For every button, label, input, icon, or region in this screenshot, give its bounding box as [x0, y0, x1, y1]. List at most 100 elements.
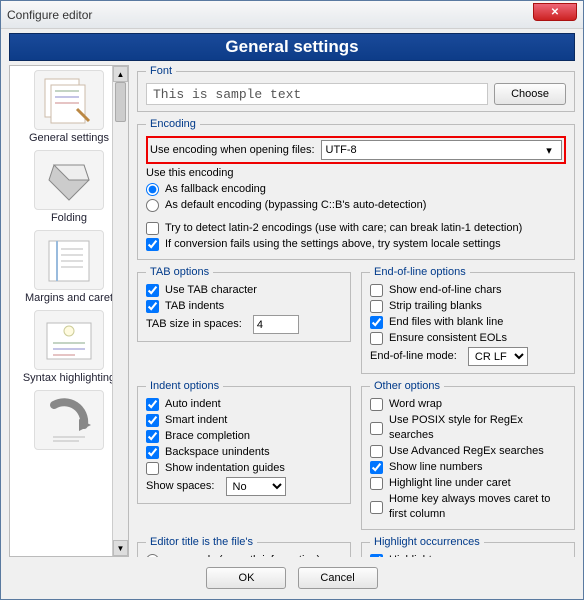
titlebar[interactable]: Configure editor ✕ — [1, 1, 583, 29]
chevron-down-icon: ▾ — [541, 144, 557, 157]
advregex-label: Use Advanced RegEx searches — [389, 444, 544, 459]
eol-strip-check[interactable] — [370, 300, 383, 313]
eol-consistent-label: Ensure consistent EOLs — [389, 331, 507, 346]
nav-item-folding[interactable]: Folding — [10, 150, 128, 224]
scroll-thumb[interactable] — [115, 82, 126, 122]
default-enc-radio[interactable] — [146, 199, 159, 212]
title-group: Editor title is the file's name only (no… — [137, 536, 351, 557]
posix-label: Use POSIX style for RegEx searches — [389, 413, 566, 443]
nav-item-general[interactable]: General settings — [10, 70, 128, 144]
occur-group: Highlight occurrences Highlight occurren… — [361, 536, 575, 557]
tab-group: TAB options Use TAB character TAB indent… — [137, 266, 351, 342]
backspace-check[interactable] — [146, 446, 159, 459]
eol-endblank-check[interactable] — [370, 316, 383, 329]
showspaces-label: Show spaces: — [146, 479, 214, 494]
smart-indent-label: Smart indent — [165, 413, 227, 428]
use-this-encoding-label: Use this encoding — [146, 166, 566, 181]
title-legend: Editor title is the file's — [146, 536, 257, 548]
settings-panel: Font This is sample text Choose Encoding… — [129, 65, 575, 557]
ok-button[interactable]: OK — [206, 567, 286, 589]
window-title: Configure editor — [7, 8, 92, 22]
nav-label: Margins and caret — [25, 292, 113, 304]
other-group: Other options Word wrap Use POSIX style … — [361, 380, 575, 530]
nav-thumb-syntax-icon — [34, 310, 104, 370]
tab-indents-label: TAB indents — [165, 299, 224, 314]
font-group: Font This is sample text Choose — [137, 65, 575, 112]
posix-check[interactable] — [370, 422, 383, 435]
eol-strip-label: Strip trailing blanks — [389, 299, 482, 314]
scroll-down-icon[interactable]: ▼ — [113, 540, 128, 556]
occur-legend: Highlight occurrences — [370, 536, 484, 548]
eol-group: End-of-line options Show end-of-line cha… — [361, 266, 575, 374]
indent-group: Indent options Auto indent Smart indent … — [137, 380, 351, 504]
scroll-up-icon[interactable]: ▲ — [113, 66, 128, 82]
choose-font-button[interactable]: Choose — [494, 83, 566, 105]
encoding-value: UTF-8 — [326, 144, 357, 156]
other-legend: Other options — [370, 380, 444, 392]
eol-mode-select[interactable]: CR LF — [468, 347, 528, 366]
eol-mode-label: End-of-line mode: — [370, 349, 457, 364]
nav-thumb-folding-icon — [34, 150, 104, 210]
encoding-select[interactable]: UTF-8 ▾ — [321, 140, 562, 160]
category-list-inner: General settings Folding Margins and car… — [10, 66, 128, 556]
homekey-label: Home key always moves caret to first col… — [389, 492, 566, 522]
wrap-label: Word wrap — [389, 397, 442, 412]
default-enc-label: As default encoding (bypassing C::B's au… — [165, 198, 426, 213]
use-tab-label: Use TAB character — [165, 283, 257, 298]
font-sample: This is sample text — [146, 83, 488, 105]
convfail-label: If conversion fails using the settings a… — [165, 237, 501, 252]
hlline-label: Highlight line under caret — [389, 476, 511, 491]
nameonly-radio[interactable] — [146, 554, 159, 557]
tab-size-spinner[interactable] — [253, 315, 299, 334]
indent-legend: Indent options — [146, 380, 223, 392]
encoding-use-label: Use encoding when opening files: — [150, 144, 315, 156]
nav-scrollbar[interactable]: ▲ ▼ — [112, 66, 128, 556]
tab-size-label: TAB size in spaces: — [146, 317, 242, 332]
tab-legend: TAB options — [146, 266, 213, 278]
smart-indent-check[interactable] — [146, 414, 159, 427]
dialog-body: General settings Folding Margins and car… — [1, 61, 583, 561]
eol-show-check[interactable] — [370, 284, 383, 297]
close-button[interactable]: ✕ — [533, 3, 577, 21]
page-title: General settings — [9, 33, 575, 61]
font-legend: Font — [146, 65, 176, 77]
tab-indents-check[interactable] — [146, 300, 159, 313]
use-tab-check[interactable] — [146, 284, 159, 297]
hlline-check[interactable] — [370, 477, 383, 490]
category-list: General settings Folding Margins and car… — [9, 65, 129, 557]
latin2-label: Try to detect latin-2 encodings (use wit… — [165, 221, 522, 236]
encoding-group: Encoding Use encoding when opening files… — [137, 118, 575, 260]
convfail-check[interactable] — [146, 238, 159, 251]
hloccur-check[interactable] — [370, 554, 383, 557]
wrap-check[interactable] — [370, 398, 383, 411]
advregex-check[interactable] — [370, 445, 383, 458]
hloccur-label: Highlight occurrences — [389, 553, 495, 557]
guides-check[interactable] — [146, 462, 159, 475]
fallback-label: As fallback encoding — [165, 182, 266, 197]
showspaces-select[interactable]: No — [226, 477, 286, 496]
auto-indent-check[interactable] — [146, 398, 159, 411]
nav-item-margins[interactable]: Margins and caret — [10, 230, 128, 304]
nav-thumb-margins-icon — [34, 230, 104, 290]
linenum-label: Show line numbers — [389, 460, 483, 475]
eol-legend: End-of-line options — [370, 266, 470, 278]
fallback-radio[interactable] — [146, 183, 159, 196]
homekey-check[interactable] — [370, 501, 383, 514]
nav-label: Syntax highlighting — [23, 372, 115, 384]
nav-thumb-next-icon — [34, 390, 104, 450]
latin2-check[interactable] — [146, 222, 159, 235]
brace-label: Brace completion — [165, 429, 250, 444]
guides-label: Show indentation guides — [165, 461, 285, 476]
close-icon: ✕ — [551, 7, 559, 18]
encoding-highlight: Use encoding when opening files: UTF-8 ▾ — [146, 136, 566, 164]
brace-check[interactable] — [146, 430, 159, 443]
nav-item-syntax[interactable]: Syntax highlighting — [10, 310, 128, 384]
linenum-check[interactable] — [370, 461, 383, 474]
dialog-window: Configure editor ✕ General settings Gene… — [0, 0, 584, 600]
cancel-button[interactable]: Cancel — [298, 567, 378, 589]
auto-indent-label: Auto indent — [165, 397, 221, 412]
backspace-label: Backspace unindents — [165, 445, 270, 460]
eol-consistent-check[interactable] — [370, 332, 383, 345]
nav-label: General settings — [29, 132, 109, 144]
nav-item-next[interactable] — [10, 390, 128, 450]
